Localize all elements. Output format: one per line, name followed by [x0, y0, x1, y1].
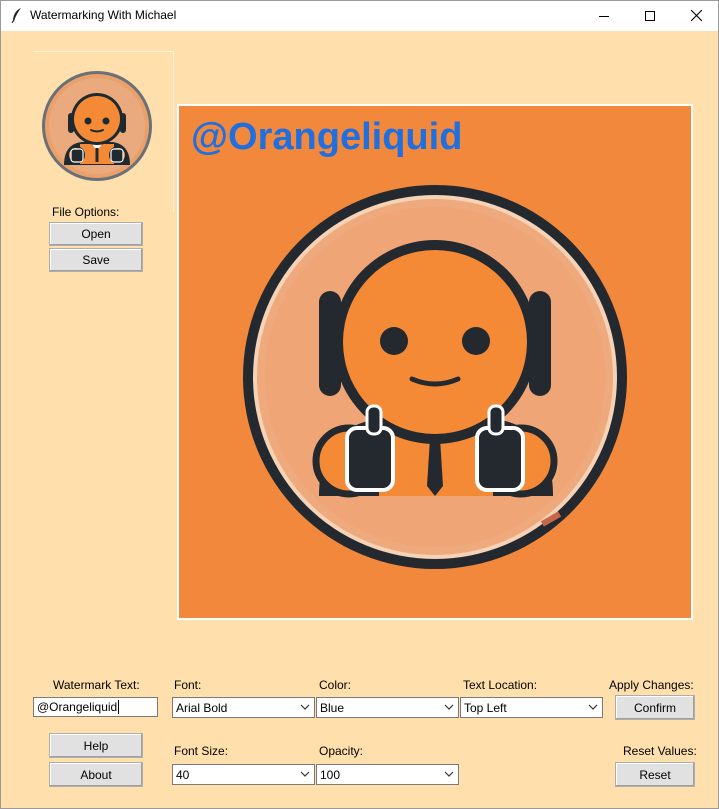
file-options-label: File Options: [52, 205, 120, 219]
about-button[interactable]: About [49, 762, 143, 787]
chevron-down-icon [588, 704, 598, 710]
confirm-button[interactable]: Confirm [615, 695, 695, 720]
text-location-dropdown[interactable]: Top Left [460, 697, 603, 718]
font-size-dropdown[interactable]: 40 [172, 764, 315, 785]
text-location-dropdown-value: Top Left [464, 700, 507, 715]
image-preview: @Orangeliquid [177, 104, 693, 620]
opacity-dropdown-value: 100 [320, 767, 341, 782]
text-location-label: Text Location: [463, 678, 538, 692]
font-dropdown[interactable]: Arial Bold [172, 697, 315, 718]
feather-icon [11, 8, 21, 23]
app-window-body: File Options: Open Save @Orangeliquid Wa… [1, 31, 718, 808]
watermark-text-input[interactable]: @Orangeliquid [33, 697, 158, 717]
close-icon [690, 10, 702, 21]
help-button[interactable]: Help [49, 733, 143, 758]
color-label: Color: [319, 678, 352, 692]
chevron-down-icon [444, 771, 454, 777]
font-label: Font: [174, 678, 202, 692]
save-button[interactable]: Save [49, 248, 143, 272]
font-dropdown-value: Arial Bold [176, 700, 228, 715]
color-dropdown[interactable]: Blue [316, 697, 459, 718]
reset-button[interactable]: Reset [615, 762, 695, 787]
chevron-down-icon [300, 771, 310, 777]
maximize-button[interactable] [627, 0, 673, 31]
watermark-text-value: @Orangeliquid [37, 700, 118, 714]
opacity-label: Opacity: [319, 744, 364, 758]
chevron-down-icon [444, 704, 454, 710]
maximize-icon [645, 10, 655, 21]
chevron-down-icon [300, 704, 310, 710]
title-bar: Watermarking With Michael [0, 0, 719, 31]
watermark-text-overlay: @Orangeliquid [191, 116, 463, 158]
opacity-dropdown[interactable]: 100 [316, 764, 459, 785]
app-logo [42, 71, 152, 181]
watermark-text-label: Watermark Text: [53, 678, 140, 692]
apply-changes-label: Apply Changes: [609, 678, 694, 692]
minimize-icon [599, 15, 609, 17]
preview-image [179, 106, 691, 618]
open-button[interactable]: Open [49, 222, 143, 246]
font-size-label: Font Size: [174, 744, 229, 758]
text-cursor [118, 700, 120, 714]
font-size-dropdown-value: 40 [176, 767, 190, 782]
minimize-button[interactable] [581, 0, 627, 31]
color-dropdown-value: Blue [320, 700, 345, 715]
close-button[interactable] [673, 0, 719, 31]
window-title: Watermarking With Michael [30, 8, 177, 22]
reset-values-label: Reset Values: [623, 744, 697, 758]
